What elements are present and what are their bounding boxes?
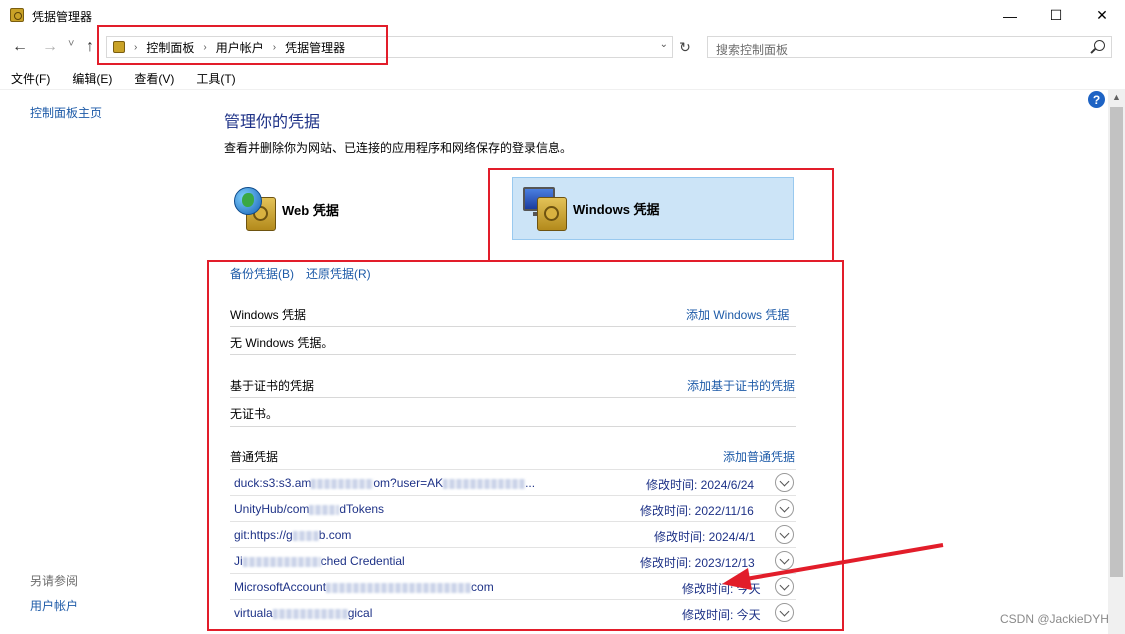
- watermark: CSDN @JackieDYH: [1000, 612, 1109, 626]
- annotation-arrow: [722, 543, 944, 590]
